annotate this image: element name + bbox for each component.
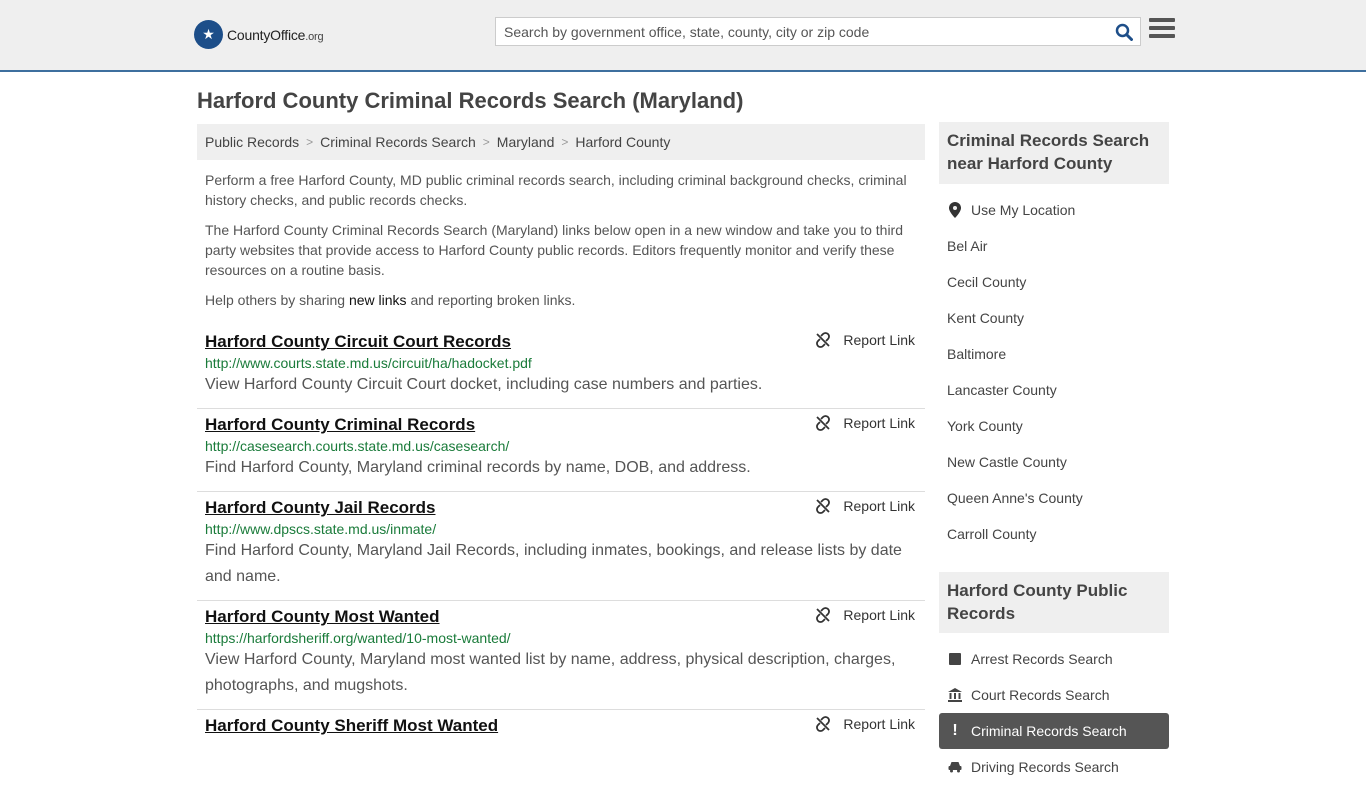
record-item: Harford County Circuit Court Records Rep…: [197, 326, 925, 409]
record-url[interactable]: https://harfordsheriff.org/wanted/10-mos…: [205, 630, 917, 646]
nearby-link[interactable]: New Castle County: [947, 444, 1169, 480]
report-link-button[interactable]: Report Link: [815, 716, 915, 732]
public-records-list: Arrest Records Search Court Records Sear…: [939, 641, 1169, 785]
courthouse-icon: [947, 688, 963, 702]
nearby-link[interactable]: Baltimore: [947, 336, 1169, 372]
record-item: Harford County Criminal Records Report L…: [197, 409, 925, 492]
broken-link-icon: [816, 716, 831, 732]
nearby-title: Criminal Records Search near Harford Cou…: [939, 122, 1169, 184]
eagle-seal-icon: ★: [194, 20, 223, 49]
driving-records-search-link[interactable]: Driving Records Search: [947, 749, 1169, 785]
record-item: Harford County Jail Records Report Link …: [197, 492, 925, 601]
arrest-records-search-link[interactable]: Arrest Records Search: [947, 641, 1169, 677]
breadcrumb-separator-icon: >: [306, 135, 314, 149]
nearby-link[interactable]: Queen Anne's County: [947, 480, 1169, 516]
logo-text: CountyOffice.org: [227, 26, 324, 43]
public-records-title: Harford County Public Records: [939, 572, 1169, 633]
nearby-link[interactable]: Kent County: [947, 300, 1169, 336]
report-link-button[interactable]: Report Link: [815, 332, 915, 348]
hamburger-menu-icon[interactable]: [1149, 18, 1175, 42]
record-title-link[interactable]: Harford County Circuit Court Records: [205, 332, 511, 352]
location-pin-icon: [947, 202, 963, 218]
search-input[interactable]: [496, 18, 1108, 45]
record-url[interactable]: http://casesearch.courts.state.md.us/cas…: [205, 438, 917, 454]
page-title: Harford County Criminal Records Search (…: [197, 88, 744, 113]
nearby-link[interactable]: Carroll County: [947, 516, 1169, 552]
nearby-link[interactable]: York County: [947, 408, 1169, 444]
record-url[interactable]: http://www.courts.state.md.us/circuit/ha…: [205, 355, 917, 371]
exclamation-icon: !: [952, 722, 958, 739]
nearby-link[interactable]: Cecil County: [947, 264, 1169, 300]
broken-link-icon: [816, 332, 831, 348]
record-description: Find Harford County, Maryland Jail Recor…: [205, 542, 902, 585]
search-icon[interactable]: [1108, 18, 1140, 45]
nearby-link[interactable]: Bel Air: [947, 228, 1169, 264]
intro-paragraph: The Harford County Criminal Records Sear…: [205, 222, 903, 278]
record-title-link[interactable]: Harford County Jail Records: [205, 498, 436, 518]
broken-link-icon: [816, 607, 831, 623]
breadcrumb-separator-icon: >: [561, 135, 569, 149]
broken-link-icon: [816, 415, 831, 431]
car-icon: [947, 761, 963, 773]
court-records-search-link[interactable]: Court Records Search: [947, 677, 1169, 713]
record-url[interactable]: http://www.dpscs.state.md.us/inmate/: [205, 521, 917, 537]
criminal-records-search-link[interactable]: ! Criminal Records Search: [939, 713, 1169, 749]
top-header: ★ CountyOffice.org: [0, 0, 1366, 72]
report-link-button[interactable]: Report Link: [815, 607, 915, 623]
breadcrumb-harford-county[interactable]: Harford County: [575, 134, 670, 150]
report-link-button[interactable]: Report Link: [815, 415, 915, 431]
share-links-text: Help others by sharing new links and rep…: [205, 292, 576, 308]
intro-paragraph: Perform a free Harford County, MD public…: [205, 172, 907, 208]
record-title-link[interactable]: Harford County Most Wanted: [205, 607, 440, 627]
nearby-list: Use My Location Bel Air Cecil County Ken…: [947, 192, 1169, 552]
breadcrumb-public-records[interactable]: Public Records: [205, 134, 299, 150]
search-bar: [495, 17, 1141, 46]
intro-text: Perform a free Harford County, MD public…: [205, 170, 917, 320]
record-item: Harford County Sheriff Most Wanted Repor…: [197, 710, 925, 746]
record-description: View Harford County, Maryland most wante…: [205, 651, 896, 694]
record-title-link[interactable]: Harford County Sheriff Most Wanted: [205, 716, 498, 736]
record-description: View Harford County Circuit Court docket…: [205, 376, 763, 393]
breadcrumb: Public Records > Criminal Records Search…: [197, 124, 925, 160]
record-title-link[interactable]: Harford County Criminal Records: [205, 415, 475, 435]
record-item: Harford County Most Wanted Report Link h…: [197, 601, 925, 710]
breadcrumb-maryland[interactable]: Maryland: [497, 134, 555, 150]
new-links-link[interactable]: new links: [349, 292, 407, 308]
use-my-location-link[interactable]: Use My Location: [947, 192, 1169, 228]
site-logo[interactable]: ★ CountyOffice.org: [194, 20, 324, 49]
nearby-link[interactable]: Lancaster County: [947, 372, 1169, 408]
record-description: Find Harford County, Maryland criminal r…: [205, 459, 751, 476]
record-list: Harford County Circuit Court Records Rep…: [197, 326, 925, 746]
breadcrumb-separator-icon: >: [482, 135, 490, 149]
square-icon: [947, 653, 963, 665]
broken-link-icon: [816, 498, 831, 514]
breadcrumb-criminal-records-search[interactable]: Criminal Records Search: [320, 134, 476, 150]
report-link-button[interactable]: Report Link: [815, 498, 915, 514]
